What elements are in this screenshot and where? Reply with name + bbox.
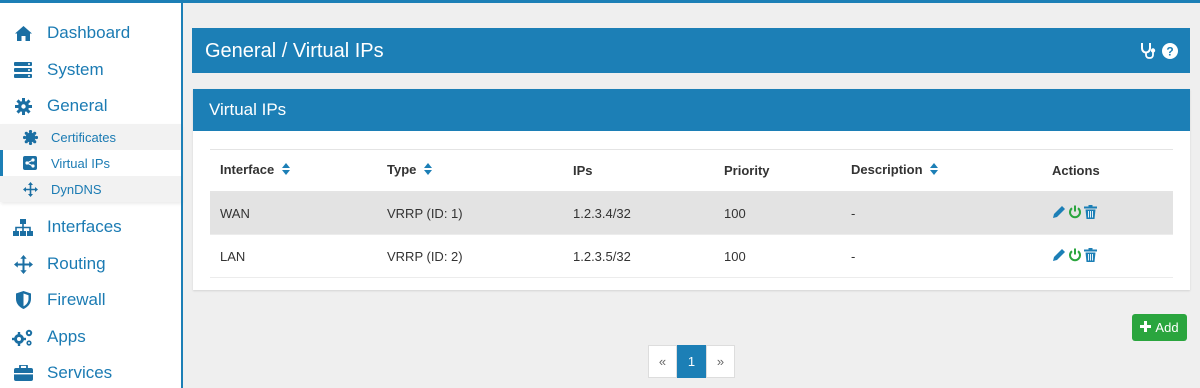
- cell-description: -: [841, 191, 1042, 235]
- gear-icon: [12, 95, 34, 117]
- trash-icon[interactable]: [1084, 247, 1097, 265]
- sidebar-subitem-dyndns[interactable]: DynDNS: [0, 176, 181, 202]
- cell-actions: [1042, 234, 1173, 278]
- add-button[interactable]: Add: [1132, 314, 1187, 341]
- sidebar-subitem-virtual-ips[interactable]: Virtual IPs: [0, 150, 181, 176]
- sort-icon[interactable]: [281, 163, 290, 178]
- sidebar-item-label: Dashboard: [47, 23, 131, 42]
- share-icon: [22, 155, 38, 171]
- cell-priority: 100: [714, 191, 841, 235]
- cell-description: -: [841, 234, 1042, 278]
- cell-type: VRRP (ID: 1): [377, 191, 563, 235]
- sidebar-item-routing[interactable]: Routing: [0, 246, 181, 282]
- sidebar-subitem-label: Virtual IPs: [51, 155, 111, 171]
- cell-actions: [1042, 191, 1173, 235]
- cell-type: VRRP (ID: 2): [377, 234, 563, 278]
- edit-icon[interactable]: [1052, 205, 1066, 222]
- column-header-actions: Actions: [1042, 149, 1173, 193]
- page-header: General / Virtual IPs ?: [192, 28, 1190, 73]
- column-label: Type: [387, 162, 417, 178]
- sidebar-item-system[interactable]: System: [0, 52, 181, 88]
- stethoscope-icon[interactable]: [1140, 42, 1156, 64]
- header-icons: ?: [1140, 42, 1178, 64]
- page-title: General / Virtual IPs: [205, 40, 384, 62]
- cell-ips: 1.2.3.5/32: [563, 234, 714, 278]
- panel-header: Virtual IPs: [193, 89, 1190, 131]
- server-icon: [12, 59, 34, 81]
- column-header-ips: IPs: [563, 149, 714, 193]
- table-header-row: Interface Type IPs Priority Description: [210, 149, 1173, 193]
- sitemap-icon: [12, 216, 34, 238]
- shield-icon: [12, 289, 34, 311]
- column-label: IPs: [573, 162, 593, 178]
- cell-priority: 100: [714, 234, 841, 278]
- edit-icon[interactable]: [1052, 248, 1066, 265]
- sidebar-item-label: Routing: [47, 254, 106, 273]
- cell-interface: WAN: [210, 191, 377, 235]
- sidebar-item-general[interactable]: General: [0, 88, 181, 124]
- table-row[interactable]: LAN VRRP (ID: 2) 1.2.3.5/32 100 -: [210, 234, 1173, 278]
- sidebar-divider: [181, 3, 183, 388]
- panel-title: Virtual IPs: [209, 100, 287, 119]
- sidebar-item-label: Apps: [47, 327, 86, 346]
- sidebar-item-apps[interactable]: Apps: [0, 319, 181, 355]
- column-label: Actions: [1052, 162, 1100, 178]
- sidebar-subitem-label: Certificates: [51, 129, 117, 145]
- sidebar-item-label: Interfaces: [47, 217, 122, 236]
- move-arrows-icon: [12, 253, 34, 275]
- sidebar-item-firewall[interactable]: Firewall: [0, 282, 181, 318]
- sidebar-item-label: System: [47, 60, 104, 79]
- virtual-ips-panel: Virtual IPs Interface Type IPs Priority: [193, 89, 1190, 290]
- svg-text:?: ?: [1166, 44, 1173, 58]
- sidebar-item-label: General: [47, 96, 108, 115]
- sidebar-item-dashboard[interactable]: Dashboard: [0, 15, 181, 51]
- column-header-priority: Priority: [714, 149, 841, 193]
- sidebar-subitem-certificates[interactable]: Certificates: [0, 124, 181, 150]
- pagination-prev[interactable]: «: [648, 345, 677, 378]
- virtual-ips-table: Interface Type IPs Priority Description: [210, 149, 1173, 278]
- power-icon[interactable]: [1068, 205, 1082, 222]
- column-label: Priority: [724, 162, 770, 178]
- pagination: « 1 »: [648, 345, 735, 378]
- sort-icon[interactable]: [930, 163, 939, 178]
- sidebar-subitem-label: DynDNS: [51, 181, 102, 197]
- sort-icon[interactable]: [424, 163, 433, 178]
- table-row[interactable]: WAN VRRP (ID: 1) 1.2.3.4/32 100 -: [210, 191, 1173, 235]
- trash-icon[interactable]: [1084, 204, 1097, 222]
- home-icon: [12, 22, 34, 44]
- cogs-icon: [12, 326, 34, 348]
- briefcase-icon: [12, 362, 34, 384]
- pagination-page-current[interactable]: 1: [677, 345, 706, 378]
- certificate-icon: [22, 129, 38, 145]
- sidebar: Dashboard System General Certificates Vi…: [0, 3, 181, 388]
- help-icon[interactable]: ?: [1162, 42, 1178, 64]
- column-label: Description: [851, 162, 923, 178]
- power-icon[interactable]: [1068, 248, 1082, 265]
- column-label: Interface: [220, 162, 275, 178]
- pagination-next[interactable]: »: [706, 345, 735, 378]
- sidebar-item-interfaces[interactable]: Interfaces: [0, 209, 181, 245]
- cell-interface: LAN: [210, 234, 377, 278]
- move-arrows-icon: [22, 181, 38, 197]
- sidebar-item-label: Services: [47, 363, 113, 382]
- sidebar-item-label: Firewall: [47, 290, 106, 309]
- plus-icon: [1140, 320, 1152, 335]
- column-header-description[interactable]: Description: [841, 149, 1042, 193]
- add-button-label: Add: [1155, 320, 1179, 335]
- cell-ips: 1.2.3.4/32: [563, 191, 714, 235]
- column-header-interface[interactable]: Interface: [210, 149, 377, 193]
- sidebar-item-services[interactable]: Services: [0, 355, 181, 388]
- general-submenu: Certificates Virtual IPs DynDNS: [0, 124, 181, 202]
- active-marker: [0, 150, 3, 176]
- column-header-type[interactable]: Type: [377, 149, 563, 193]
